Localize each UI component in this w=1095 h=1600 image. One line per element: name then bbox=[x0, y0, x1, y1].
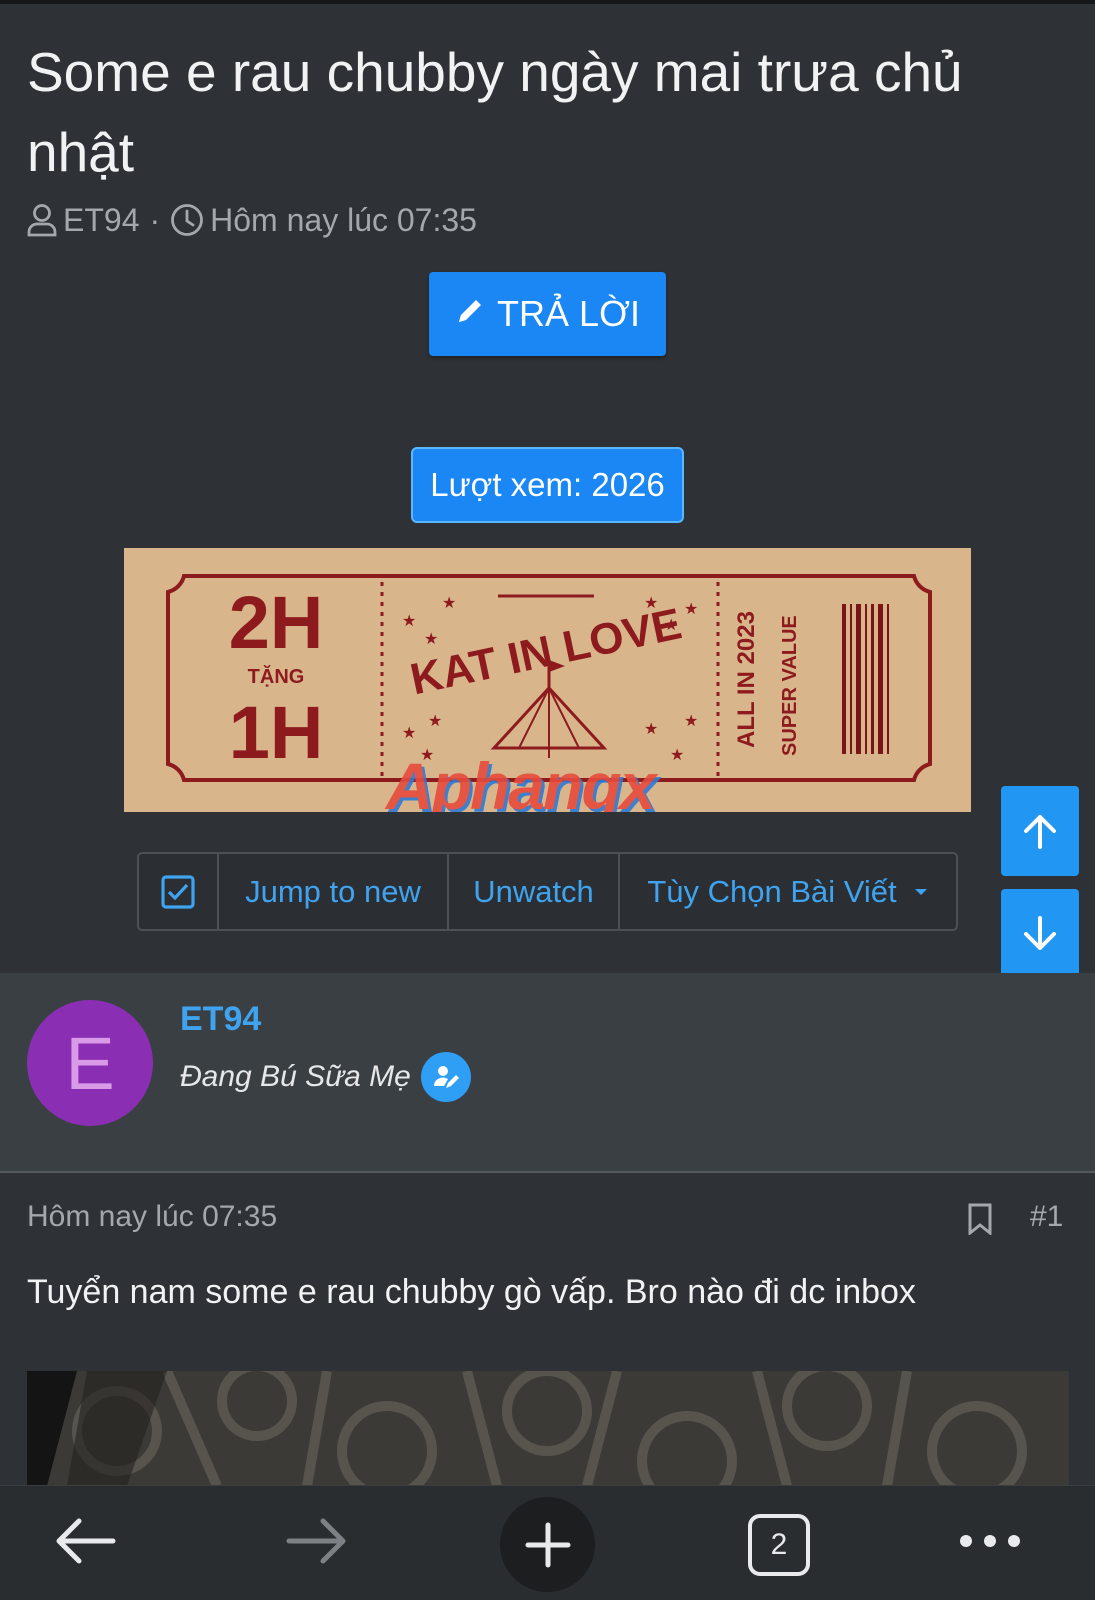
thread-meta: ET94 · Hôm nay lúc 07:35 bbox=[27, 198, 477, 242]
banner-arc-text: KAT IN LOVE bbox=[406, 599, 686, 704]
user-title: Đang Bú Sữa Mẹ bbox=[180, 1052, 471, 1102]
post-text: Tuyển nam some e rau chubby gò vấp. Bro … bbox=[27, 1273, 916, 1311]
post-number[interactable]: #1 bbox=[1030, 1200, 1063, 1234]
more-menu-button[interactable] bbox=[955, 1506, 1025, 1576]
back-button[interactable] bbox=[50, 1506, 120, 1576]
svg-text:★: ★ bbox=[424, 631, 438, 648]
svg-text:★: ★ bbox=[684, 713, 698, 730]
thread-title: Some e rau chubby ngày mai trưa chủ nhật bbox=[27, 41, 963, 183]
svg-text:★: ★ bbox=[428, 713, 442, 730]
arrow-right-icon bbox=[286, 1518, 346, 1564]
new-tab-button[interactable] bbox=[500, 1497, 595, 1592]
select-checkbox[interactable] bbox=[139, 854, 219, 929]
jump-to-new-button[interactable]: Jump to new bbox=[219, 854, 449, 929]
svg-text:★: ★ bbox=[442, 595, 456, 612]
meta-separator: · bbox=[149, 201, 161, 238]
scroll-down-button[interactable] bbox=[1001, 889, 1079, 979]
post-username[interactable]: ET94 bbox=[180, 1000, 261, 1039]
thread-toolbar: Jump to new Unwatch Tùy Chọn Bài Viết bbox=[137, 852, 958, 931]
thread-timestamp[interactable]: Hôm nay lúc 07:35 bbox=[210, 202, 477, 239]
browser-bottom-bar: 2 bbox=[0, 1485, 1095, 1600]
avatar[interactable]: E bbox=[27, 1000, 153, 1126]
banner-top-text: 2H bbox=[229, 581, 324, 664]
caret-down-icon bbox=[914, 888, 927, 895]
promo-banner[interactable]: ★ ★ ★ ★ ★ ★ ★ ★ ★ ★ ★ ★ 2H TẶNG 1H KAT IN LOVE A… bbox=[124, 548, 971, 812]
post-date[interactable]: Hôm nay lúc 07:35 bbox=[27, 1200, 277, 1234]
post-options-dropdown[interactable]: Tùy Chọn Bài Viết bbox=[620, 854, 956, 929]
thread-author-link[interactable]: ET94 bbox=[63, 202, 139, 239]
views-badge: Lượt xem: 2026 bbox=[411, 447, 684, 523]
svg-text:★: ★ bbox=[644, 721, 658, 738]
svg-text:★: ★ bbox=[684, 601, 698, 618]
forward-button[interactable] bbox=[282, 1506, 352, 1576]
bookmark-icon[interactable] bbox=[967, 1203, 993, 1240]
banner-side-text-2: SUPER VALUE bbox=[779, 615, 801, 756]
top-border bbox=[0, 0, 1095, 4]
plus-icon bbox=[525, 1522, 570, 1567]
arrow-left-icon bbox=[56, 1518, 116, 1564]
pencil-icon bbox=[455, 293, 485, 335]
banner-watermark: Aphangx bbox=[386, 749, 656, 812]
more-dots-icon bbox=[960, 1535, 1020, 1547]
reply-button[interactable]: TRẢ LỜI bbox=[429, 272, 666, 356]
post-user-block: E bbox=[0, 973, 1095, 1173]
banner-bottom-text: 1H bbox=[229, 691, 324, 774]
post-options-label: Tùy Chọn Bài Viết bbox=[647, 873, 897, 909]
reply-button-label: TRẢ LỜI bbox=[497, 293, 640, 334]
arrow-down-icon bbox=[1024, 916, 1056, 950]
verified-user-icon bbox=[420, 1052, 471, 1102]
user-title-text: Đang Bú Sữa Mẹ bbox=[180, 1060, 411, 1093]
svg-text:★: ★ bbox=[402, 613, 416, 630]
banner-side-text-1: ALL IN 2023 bbox=[733, 611, 760, 748]
svg-text:★: ★ bbox=[402, 725, 416, 742]
checkbox-icon bbox=[161, 874, 195, 909]
user-icon bbox=[27, 203, 57, 237]
tabs-button[interactable]: 2 bbox=[748, 1514, 810, 1576]
unwatch-button[interactable]: Unwatch bbox=[449, 854, 620, 929]
banner-middle-text: TẶNG bbox=[248, 665, 305, 688]
arrow-up-icon bbox=[1024, 815, 1056, 849]
post-image[interactable] bbox=[27, 1371, 1069, 1486]
scroll-up-button[interactable] bbox=[1001, 786, 1079, 876]
clock-icon bbox=[170, 203, 204, 237]
post-image-graphic bbox=[27, 1371, 1069, 1486]
